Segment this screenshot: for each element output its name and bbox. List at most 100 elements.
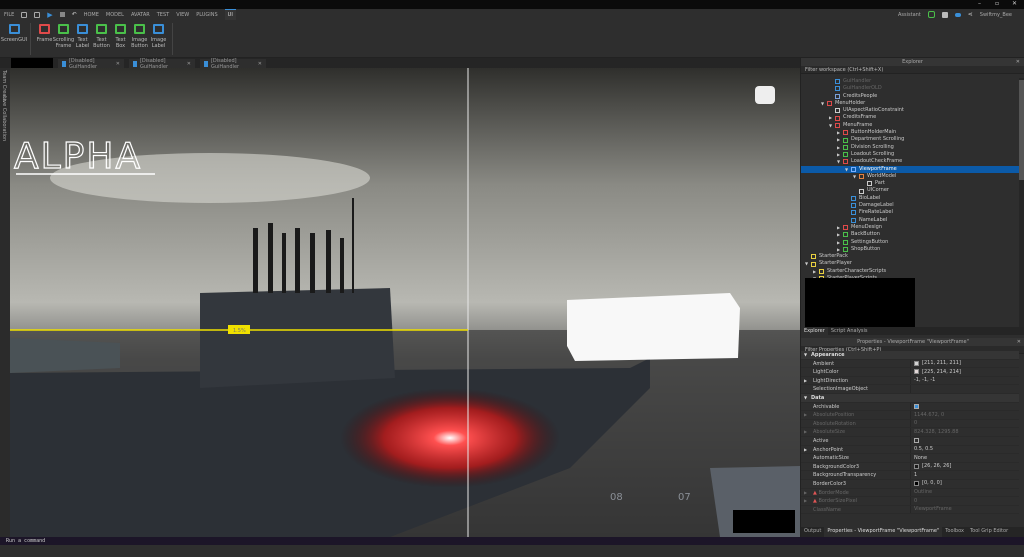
property-row[interactable]: AbsoluteRotation 0 xyxy=(801,419,1019,429)
3d-viewport[interactable]: 08 07 1.5% ALPHA xyxy=(10,68,800,537)
text-box-button[interactable]: Text Box xyxy=(112,20,129,57)
property-value[interactable]: Outline xyxy=(911,489,932,497)
explorer-item[interactable]: ▶ MenuDesign xyxy=(801,224,1019,231)
tab-toolbox[interactable]: Toolbox xyxy=(942,527,967,537)
property-row[interactable]: LightColor [225, 214, 214] xyxy=(801,368,1019,377)
explorer-item[interactable]: StarterPack xyxy=(801,253,1019,260)
stop-icon[interactable] xyxy=(59,12,65,17)
explorer-item[interactable]: ▼ MenuHolder xyxy=(801,100,1019,107)
cloud-icon[interactable] xyxy=(954,12,961,17)
tab-ui[interactable]: UI xyxy=(224,9,236,20)
expand-arrow-icon[interactable]: ▼ xyxy=(804,351,807,360)
explorer-item[interactable]: GuiHandler xyxy=(801,78,1019,85)
property-row[interactable]: ClassName ViewportFrame xyxy=(801,505,1019,515)
property-value[interactable]: 824.328, 1295.88 xyxy=(911,428,959,436)
explorer-item[interactable]: ▶ ButtonHolderMain xyxy=(801,129,1019,136)
explorer-item[interactable]: ▶ CreditsFrame xyxy=(801,114,1019,121)
explorer-item[interactable]: FireRateLabel xyxy=(801,209,1019,216)
explorer-item[interactable]: ▶ Division Scrolling xyxy=(801,144,1019,151)
property-row[interactable]: BackgroundColor3 [26, 26, 26] xyxy=(801,462,1019,472)
expand-arrow-icon[interactable]: ▶ xyxy=(804,377,807,386)
tab-properties[interactable]: Properties - ViewportFrame "ViewportFram… xyxy=(824,527,943,537)
expand-arrow-icon[interactable]: ▶ xyxy=(804,446,807,455)
screengui-button[interactable]: ScreenGUI xyxy=(1,20,27,57)
property-row[interactable]: BackgroundTransparency 1 xyxy=(801,471,1019,480)
tab-avatar[interactable]: AVATAR xyxy=(131,12,150,18)
property-value[interactable] xyxy=(911,437,919,445)
property-row[interactable]: ▶ AbsoluteSize 824.328, 1295.88 xyxy=(801,428,1019,437)
explorer-item[interactable]: UICorner xyxy=(801,187,1019,194)
property-row[interactable]: SelectionImageObject xyxy=(801,385,1019,394)
explorer-item[interactable]: ▶ BackButton xyxy=(801,231,1019,238)
checkbox[interactable] xyxy=(914,403,919,409)
explorer-item[interactable]: ▶ SettingsButton xyxy=(801,239,1019,246)
user-account-menu[interactable]: Swiftmy_Bee xyxy=(980,12,1012,18)
explorer-item[interactable]: ▼ MenuFrame xyxy=(801,122,1019,129)
property-row[interactable]: Archivable xyxy=(801,402,1019,412)
property-value[interactable]: ViewportFrame xyxy=(911,506,952,514)
property-value[interactable]: [211, 211, 211] xyxy=(911,360,961,368)
explorer-item[interactable]: ▶ Loadout Scrolling xyxy=(801,151,1019,158)
expand-arrow-icon[interactable]: ▼ xyxy=(804,394,807,403)
view-cube-icon[interactable] xyxy=(755,86,775,104)
close-tab-icon[interactable]: ✕ xyxy=(116,61,120,67)
white-part[interactable] xyxy=(567,293,740,361)
submarine-tower[interactable] xyxy=(200,288,395,388)
tab-output[interactable]: Output xyxy=(801,527,824,537)
expand-arrow-icon[interactable]: ▶ xyxy=(804,428,807,437)
explorer-item[interactable]: ▶ ShopButton xyxy=(801,246,1019,253)
property-row[interactable]: ▶ ▲ BorderMode Outline xyxy=(801,488,1019,498)
property-value[interactable]: [26, 26, 26] xyxy=(911,463,951,471)
minimize-button[interactable]: – xyxy=(978,0,981,7)
tab-test[interactable]: TEST xyxy=(157,12,169,18)
color-swatch[interactable] xyxy=(914,464,919,470)
maximize-button[interactable]: ▫ xyxy=(995,0,999,7)
share-icon[interactable]: ⋖ xyxy=(968,11,973,18)
explorer-item[interactable]: DamageLabel xyxy=(801,202,1019,209)
explorer-item[interactable]: ▼ WorldModel xyxy=(801,173,1019,180)
tab-view[interactable]: VIEW xyxy=(176,12,189,18)
property-row[interactable]: Ambient [211, 211, 211] xyxy=(801,359,1019,369)
color-swatch[interactable] xyxy=(914,360,919,366)
close-panel-icon[interactable]: ✕ xyxy=(1017,338,1021,346)
property-value[interactable]: 1144.672, 0 xyxy=(911,411,944,419)
expand-arrow-icon[interactable]: ▶ xyxy=(804,411,807,420)
explorer-item[interactable]: ▼ LoadoutCheckFrame xyxy=(801,158,1019,165)
new-file-icon[interactable] xyxy=(21,11,28,18)
property-value[interactable]: [0, 0, 0] xyxy=(911,480,942,488)
explorer-item[interactable]: ▶ StarterCharacterScripts xyxy=(801,268,1019,275)
property-value[interactable]: None xyxy=(911,454,927,462)
explorer-item[interactable]: ▶ Department Scrolling xyxy=(801,136,1019,143)
property-row[interactable]: AutomaticSize None xyxy=(801,454,1019,463)
undo-icon[interactable]: ↶ xyxy=(72,11,77,18)
property-value[interactable]: -1, -1, -1 xyxy=(911,377,935,385)
explorer-filter-input[interactable]: Filter workspace (Ctrl+Shift+X) xyxy=(801,66,1024,74)
property-section[interactable]: ▼ Data xyxy=(801,393,1019,403)
checkbox[interactable] xyxy=(914,438,919,444)
team-icon[interactable] xyxy=(927,11,935,18)
image-label-button[interactable]: Image Label xyxy=(150,20,167,57)
property-row[interactable]: ▶ LightDirection -1, -1, -1 xyxy=(801,376,1019,386)
text-button-button[interactable]: Text Button xyxy=(93,20,110,57)
explorer-item[interactable]: GuiHandlerOLD xyxy=(801,85,1019,92)
tab-model[interactable]: MODEL xyxy=(106,12,124,18)
property-value[interactable] xyxy=(911,385,914,393)
property-row[interactable]: ▶ AnchorPoint 0.5, 0.5 xyxy=(801,445,1019,455)
color-swatch[interactable] xyxy=(914,481,919,487)
property-value[interactable]: 0 xyxy=(911,420,917,428)
color-swatch[interactable] xyxy=(914,369,919,375)
doc-tab[interactable]: [Disabled] GuiHandler ✕ xyxy=(129,58,195,70)
tab-explorer[interactable]: Explorer xyxy=(801,327,828,335)
doc-tab[interactable]: [Disabled] GuiHandler ✕ xyxy=(58,58,124,70)
explorer-item[interactable]: NameLabel xyxy=(801,217,1019,224)
property-value[interactable] xyxy=(911,403,919,411)
play-icon[interactable]: ▶ xyxy=(47,11,52,19)
explorer-item[interactable]: BioLabel xyxy=(801,195,1019,202)
assistant-button[interactable]: Assistant xyxy=(898,12,921,18)
frame-button[interactable]: Frame xyxy=(36,20,53,57)
expand-arrow-icon[interactable]: ▶ xyxy=(804,497,807,506)
expand-arrow-icon[interactable]: ▶ xyxy=(804,489,807,498)
close-window-button[interactable]: ✕ xyxy=(1012,0,1017,7)
property-value[interactable]: [225, 214, 214] xyxy=(911,368,961,376)
explorer-item[interactable]: UIAspectRatioConstraint xyxy=(801,107,1019,114)
